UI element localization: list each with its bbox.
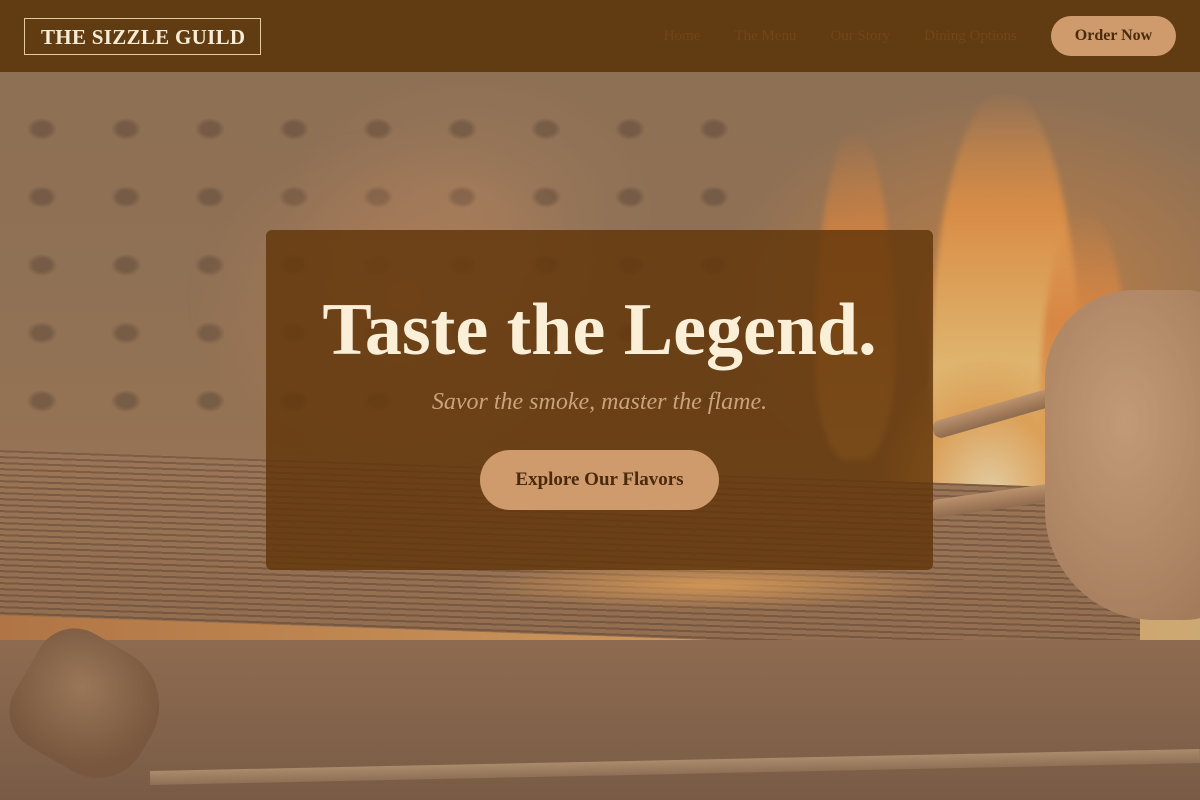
hero-card: Taste the Legend. Savor the smoke, maste…: [266, 230, 933, 570]
hero-title: Taste the Legend.: [322, 289, 877, 371]
nav-link-our-story[interactable]: Our Story: [830, 28, 890, 45]
order-now-button[interactable]: Order Now: [1051, 16, 1176, 56]
main-nav: Home The Menu Our Story Dining Options: [664, 28, 1017, 45]
nav-link-menu[interactable]: The Menu: [734, 28, 796, 45]
brand-logo[interactable]: THE SIZZLE GUILD: [24, 17, 262, 55]
site-header: THE SIZZLE GUILD Home The Menu Our Story…: [0, 0, 1200, 72]
nav-link-home[interactable]: Home: [664, 28, 701, 45]
hero-subtitle: Savor the smoke, master the flame.: [431, 389, 768, 415]
nav-link-dining-options[interactable]: Dining Options: [924, 28, 1017, 45]
explore-flavors-button[interactable]: Explore Our Flavors: [480, 450, 719, 510]
page: THE SIZZLE GUILD Home The Menu Our Story…: [0, 0, 1200, 800]
